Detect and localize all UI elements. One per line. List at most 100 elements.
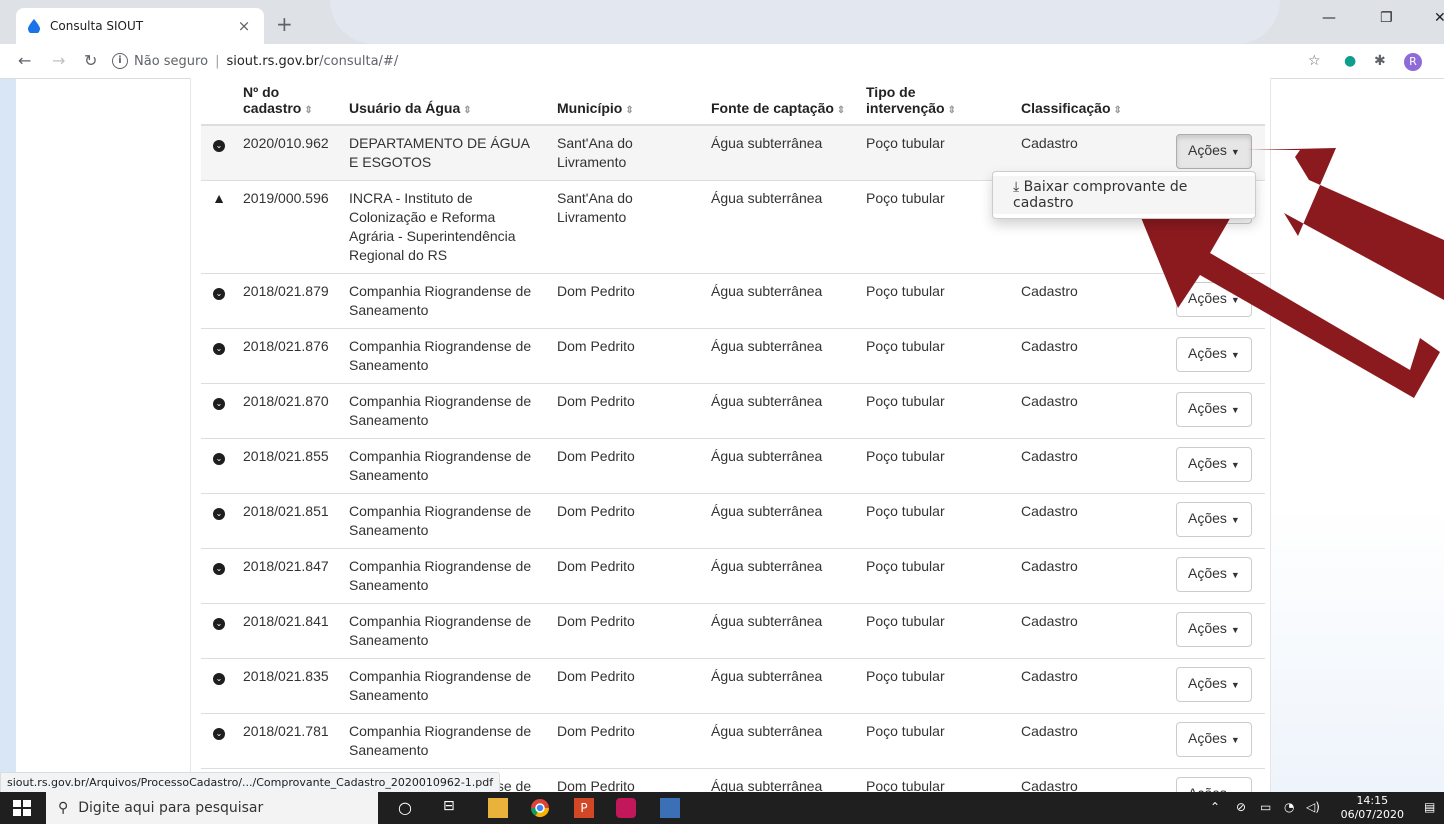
cell-municipio: Dom Pedrito [549, 328, 703, 384]
cell-municipio: Dom Pedrito [549, 548, 703, 604]
windows-taskbar: ⚲ Digite aqui para pesquisar ○ ⊟ P ⌃ ⊘ ▭… [0, 792, 1444, 824]
cell-classificacao: Cadastro [1013, 713, 1168, 769]
notifications-icon[interactable]: ▤ [1424, 800, 1435, 814]
chevron-down-circle-icon[interactable]: ⌄ [213, 618, 225, 630]
header-tipo[interactable]: Tipo de intervenção ⇕ [858, 78, 1013, 126]
wifi-icon[interactable]: ◔ [1284, 800, 1294, 814]
reload-icon[interactable]: ↻ [84, 51, 97, 70]
row-status: ⌄ [201, 273, 235, 329]
chrome-icon[interactable] [530, 798, 550, 818]
cell-municipio: Dom Pedrito [549, 438, 703, 494]
download-comprovante-label: Baixar comprovante de cadastro [1013, 179, 1188, 211]
browser-toolbar: ← → ↻ i Não seguro | siout.rs.gov.br /co… [0, 44, 1444, 79]
task-view-icon[interactable]: ⊟ [443, 798, 463, 818]
acoes-button[interactable]: Ações▼ [1176, 337, 1252, 372]
taskbar-clock[interactable]: 14:15 06/07/2020 [1341, 794, 1404, 822]
clock-date: 06/07/2020 [1340, 808, 1404, 821]
caret-down-icon: ▼ [1230, 515, 1240, 525]
chevron-down-circle-icon[interactable]: ⌄ [213, 673, 225, 685]
acoes-dropdown-menu: ⤓ Baixar comprovante de cadastro [992, 171, 1256, 219]
header-numero-line1: Nº do [243, 84, 280, 100]
back-arrow-icon[interactable]: ← [18, 51, 31, 70]
cell-municipio: Dom Pedrito [549, 273, 703, 329]
cell-acoes: Ações▼ [1168, 328, 1265, 384]
chevron-down-circle-icon[interactable]: ⌄ [213, 508, 225, 520]
cell-usuario: INCRA - Instituto de Colonização e Refor… [341, 180, 549, 274]
restore-icon[interactable]: ❐ [1380, 10, 1393, 26]
chevron-down-circle-icon[interactable]: ⌄ [213, 563, 225, 575]
acoes-label: Ações [1188, 455, 1227, 471]
acoes-label: Ações [1188, 400, 1227, 416]
chevron-down-circle-icon[interactable]: ⌄ [213, 288, 225, 300]
acoes-button[interactable]: Ações▼ [1176, 282, 1252, 317]
cell-usuario: DEPARTAMENTO DE ÁGUA E ESGOTOS [341, 124, 549, 181]
cell-municipio: Dom Pedrito [549, 603, 703, 659]
chevron-down-circle-icon[interactable]: ⌄ [213, 453, 225, 465]
main-content: Nº do cadastro ⇕ Usuário da Água ⇕ Municíp… [190, 78, 1271, 792]
acoes-button[interactable]: Ações▼ [1176, 557, 1252, 592]
chevron-down-circle-icon[interactable]: ⌄ [213, 140, 225, 152]
profile-avatar[interactable]: R [1404, 53, 1422, 71]
download-comprovante-menu-item[interactable]: ⤓ Baixar comprovante de cadastro [993, 176, 1255, 214]
sort-icon: ⇕ [463, 105, 472, 116]
browser-tab[interactable]: Consulta SIOUT × [16, 8, 264, 44]
app-icon[interactable] [616, 798, 636, 818]
background-decoration-right [1254, 78, 1444, 792]
sort-icon: ⇕ [947, 105, 956, 116]
forward-arrow-icon[interactable]: → [52, 51, 65, 70]
remote-desktop-icon[interactable] [660, 798, 680, 818]
cell-acoes: Ações▼ [1168, 493, 1265, 549]
extension-palette-icon[interactable]: ● [1344, 53, 1356, 69]
acoes-button[interactable]: Ações▼ [1176, 612, 1252, 647]
battery-icon[interactable]: ▭ [1260, 800, 1271, 814]
taskbar-search[interactable]: ⚲ Digite aqui para pesquisar [46, 792, 378, 824]
new-tab-button[interactable]: + [276, 14, 293, 34]
caret-down-icon: ▼ [1230, 570, 1240, 580]
powerpoint-icon[interactable]: P [574, 798, 594, 818]
header-classificacao[interactable]: Classificação ⇕ [1013, 78, 1168, 126]
cell-classificacao: Cadastro [1013, 493, 1168, 549]
header-fonte[interactable]: Fonte de captação ⇕ [703, 78, 858, 126]
caret-down-icon: ▼ [1230, 405, 1240, 415]
tab-close-icon[interactable]: × [232, 17, 256, 35]
acoes-button[interactable]: Ações▼ [1176, 722, 1252, 757]
header-acoes [1168, 78, 1265, 126]
acoes-button[interactable]: Ações▼ [1176, 392, 1252, 427]
info-icon[interactable]: i [112, 53, 128, 69]
header-usuario[interactable]: Usuário da Água ⇕ [341, 78, 549, 126]
bookmark-star-icon[interactable]: ☆ [1308, 53, 1321, 69]
cell-fonte: Água subterrânea [703, 273, 858, 329]
minimize-icon[interactable]: — [1322, 10, 1336, 26]
cell-acoes: Ações▼ [1168, 438, 1265, 494]
tray-chevron-icon[interactable]: ⌃ [1210, 800, 1220, 814]
cell-fonte: Água subterrânea [703, 383, 858, 439]
acoes-button[interactable]: Ações▼ [1176, 134, 1252, 169]
acoes-label: Ações [1188, 142, 1227, 158]
cell-classificacao: Cadastro [1013, 658, 1168, 714]
cell-numero: 2018/021.855 [235, 438, 341, 494]
chevron-down-circle-icon[interactable]: ⌄ [213, 728, 225, 740]
acoes-label: Ações [1188, 675, 1227, 691]
chevron-down-circle-icon[interactable]: ⌄ [213, 398, 225, 410]
windows-start-icon[interactable] [12, 798, 32, 818]
volume-icon[interactable]: ◁) [1306, 800, 1320, 814]
cell-acoes: Ações▼ [1168, 603, 1265, 659]
address-bar[interactable]: i Não seguro | siout.rs.gov.br /consulta… [112, 46, 1292, 76]
acoes-button[interactable]: Ações▼ [1176, 502, 1252, 537]
header-municipio[interactable]: Município ⇕ [549, 78, 703, 126]
acoes-button[interactable]: Ações▼ [1176, 667, 1252, 702]
chevron-down-circle-icon[interactable]: ⌄ [213, 343, 225, 355]
network-status-icon[interactable]: ⊘ [1236, 800, 1246, 814]
cortana-icon[interactable]: ○ [398, 798, 418, 818]
close-window-icon[interactable]: ✕ [1434, 10, 1444, 26]
cell-municipio: Sant'Ana do Livramento [549, 180, 703, 274]
header-numero[interactable]: Nº do cadastro ⇕ [235, 78, 341, 126]
cell-tipo: Poço tubular [858, 273, 1013, 329]
file-explorer-icon[interactable] [488, 798, 508, 818]
acoes-button[interactable]: Ações▼ [1176, 447, 1252, 482]
acoes-button[interactable]: Ações▼ [1176, 777, 1252, 792]
cell-municipio: Dom Pedrito [549, 658, 703, 714]
table-row: ⌄ 2018/021.876 Companhia Riograndense de S… [201, 328, 1265, 384]
cell-tipo: Poço tubular [858, 124, 1013, 181]
extensions-puzzle-icon[interactable]: ✱ [1374, 53, 1386, 69]
